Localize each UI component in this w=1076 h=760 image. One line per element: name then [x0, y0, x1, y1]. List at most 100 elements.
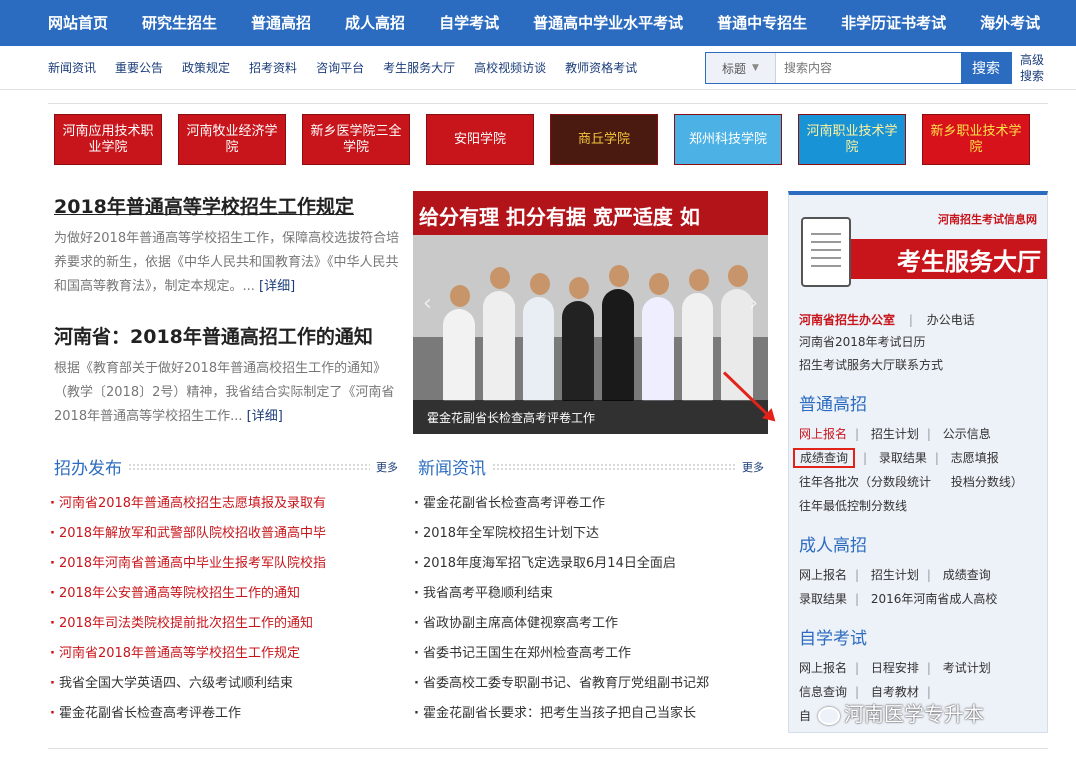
photo-slideshow[interactable]: 给分有理 扣分有据 宽严适度 如 ‹ › 霍金花副省长检查高考评卷工作: [413, 191, 768, 434]
list-item[interactable]: 2018年解放军和武警部队院校招收普通高中毕: [50, 519, 395, 549]
article-more-link[interactable]: [详细]: [259, 279, 295, 294]
chevron-right-icon[interactable]: ›: [749, 291, 758, 316]
article-summary: 为做好2018年普通高等学校招生工作，保障高校选拔符合培养要求的新生，依据《中华…: [54, 231, 400, 294]
notebook-icon: [801, 217, 851, 287]
contact-link[interactable]: 招生考试服务大厅联系方式: [799, 356, 943, 373]
list-item[interactable]: 河南省2018年普通高等学校招生工作规定: [50, 639, 395, 669]
panel-link[interactable]: 成绩查询: [943, 568, 991, 582]
panel-link[interactable]: 志愿填报: [951, 451, 999, 465]
divider: [48, 103, 1048, 104]
list-item[interactable]: 2018年公安普通高等院校招生工作的通知: [50, 579, 395, 609]
school-logo[interactable]: 河南牧业经济学院: [178, 114, 286, 165]
list-item[interactable]: 2018年全军院校招生计划下达: [414, 519, 764, 549]
list-item[interactable]: 省委高校工委专职副书记、省教育厅党组副书记郑: [414, 669, 764, 699]
nav-general-admission[interactable]: 普通高招: [234, 0, 328, 46]
nav-certificate-exam[interactable]: 非学历证书考试: [824, 0, 963, 46]
list-item[interactable]: 2018年度海军招飞定选录取6月14日全面启: [414, 549, 764, 579]
top-nav: 网站首页 研究生招生 普通高招 成人高招 自学考试 普通高中学业水平考试 普通中…: [0, 0, 1076, 46]
office-link[interactable]: 河南省招生办公室: [799, 313, 895, 327]
section-title: 招办发布: [54, 459, 122, 479]
panel-link[interactable]: 往年最低控制分数线: [799, 497, 907, 514]
panel-link[interactable]: 自: [799, 707, 811, 724]
more-link[interactable]: 更多: [376, 459, 398, 475]
school-logo[interactable]: 新乡职业技术学院: [922, 114, 1030, 165]
site-name: 河南招生考试信息网: [938, 213, 1037, 226]
panel-link[interactable]: 公示信息: [943, 427, 991, 441]
panel-link[interactable]: 网上报名: [799, 427, 847, 441]
article-title[interactable]: 河南省：2018年普通高招工作的通知: [54, 322, 404, 349]
list-item[interactable]: 省委书记王国生在郑州检查高考工作: [414, 639, 764, 669]
panel-link[interactable]: 网上报名: [799, 568, 847, 582]
panel-link[interactable]: 录取结果: [799, 592, 847, 606]
subnav-news[interactable]: 新闻资讯: [48, 59, 96, 76]
zhaoban-list: 河南省2018年普通高校招生志愿填报及录取有 2018年解放军和武警部队院校招收…: [50, 489, 395, 729]
advanced-search-link[interactable]: 高级搜索: [1020, 52, 1050, 84]
section-header-news: 新闻资讯 更多: [418, 454, 764, 479]
school-logo[interactable]: 商丘学院: [550, 114, 658, 165]
list-item[interactable]: 我省高考平稳顺利结束: [414, 579, 764, 609]
office-row: 河南省招生办公室 | 办公电话: [799, 313, 975, 327]
nav-self-study[interactable]: 自学考试: [422, 0, 516, 46]
list-item[interactable]: 我省全国大学英语四、六级考试顺利结束: [50, 669, 395, 699]
list-item[interactable]: 省政协副主席高体健视察高考工作: [414, 609, 764, 639]
panel-section-title: 普通高招: [799, 395, 867, 415]
panel-link[interactable]: 录取结果: [879, 451, 927, 465]
featured-article: 河南省：2018年普通高招工作的通知 根据《教育部关于做好2018年普通高校招生…: [54, 322, 404, 429]
nav-vocational[interactable]: 普通中专招生: [700, 0, 824, 46]
panel-link[interactable]: 网上报名: [799, 661, 847, 675]
more-link[interactable]: 更多: [742, 459, 764, 475]
panel-link[interactable]: 招生计划: [871, 568, 919, 582]
list-item[interactable]: 霍金花副省长检查高考评卷工作: [50, 699, 395, 729]
panel-link[interactable]: 2016年河南省成人高校: [871, 592, 998, 606]
nav-high-school-exam[interactable]: 普通高中学业水平考试: [516, 0, 700, 46]
panel-link[interactable]: 投档分数线）: [951, 475, 1023, 489]
divider: [48, 748, 1048, 749]
search-button[interactable]: 搜索: [961, 53, 1011, 83]
panel-row: 网上报名 | 日程安排 | 考试计划: [799, 661, 991, 675]
panel-section-title: 自学考试: [799, 629, 867, 649]
panel-link[interactable]: 日程安排: [871, 661, 919, 675]
panel-link[interactable]: 往年各批次（分数段统计: [799, 475, 931, 489]
list-item[interactable]: 2018年河南省普通高中毕业生报考军队院校指: [50, 549, 395, 579]
article-title[interactable]: 2018年普通高等学校招生工作规定: [54, 192, 404, 219]
search-type-label: 标题: [722, 61, 747, 76]
school-logo[interactable]: 河南应用技术职业学院: [54, 114, 162, 165]
nav-adult-admission[interactable]: 成人高招: [328, 0, 422, 46]
article-summary: 根据《教育部关于做好2018年普通高校招生工作的通知》（教学〔2018〕2号）精…: [54, 361, 395, 424]
chevron-left-icon[interactable]: ‹: [423, 291, 432, 316]
article-more-link[interactable]: [详细]: [247, 409, 283, 424]
subnav-consult[interactable]: 咨询平台: [316, 59, 364, 76]
subnav-announcements[interactable]: 重要公告: [115, 59, 163, 76]
subnav-policies[interactable]: 政策规定: [182, 59, 230, 76]
panel-link[interactable]: 自考教材: [871, 685, 919, 699]
subnav-video-interview[interactable]: 高校视频访谈: [474, 59, 546, 76]
search-box: 标题 ▼ 搜索: [705, 52, 1012, 84]
panel-row: 网上报名 | 招生计划 | 成绩查询: [799, 568, 991, 582]
service-hall-banner[interactable]: 考生服务大厅: [841, 239, 1047, 279]
panel-link[interactable]: 信息查询: [799, 685, 847, 699]
school-logo[interactable]: 郑州科技学院: [674, 114, 782, 165]
panel-link[interactable]: 招生计划: [871, 427, 919, 441]
nav-graduate[interactable]: 研究生招生: [125, 0, 234, 46]
list-item[interactable]: 霍金花副省长检查高考评卷工作: [414, 489, 764, 519]
nav-overseas-exam[interactable]: 海外考试: [963, 0, 1057, 46]
school-logo[interactable]: 安阳学院: [426, 114, 534, 165]
school-logo[interactable]: 新乡医学院三全学院: [302, 114, 410, 165]
school-logo[interactable]: 河南职业技术学院: [798, 114, 906, 165]
subnav-materials[interactable]: 招考资料: [249, 59, 297, 76]
subnav-service-hall[interactable]: 考生服务大厅: [383, 59, 455, 76]
subnav-teacher-exam[interactable]: 教师资格考试: [565, 59, 637, 76]
phone-link[interactable]: 办公电话: [927, 313, 975, 327]
calendar-link[interactable]: 河南省2018年考试日历: [799, 333, 926, 350]
list-item[interactable]: 2018年司法类院校提前批次招生工作的通知: [50, 609, 395, 639]
news-list: 霍金花副省长检查高考评卷工作 2018年全军院校招生计划下达 2018年度海军招…: [414, 489, 764, 729]
panel-link[interactable]: 考试计划: [943, 661, 991, 675]
nav-home[interactable]: 网站首页: [30, 0, 125, 46]
list-item[interactable]: 河南省2018年普通高校招生志愿填报及录取有: [50, 489, 395, 519]
search-input[interactable]: [776, 53, 961, 83]
score-query-link[interactable]: 成绩查询: [793, 448, 856, 468]
list-item[interactable]: 霍金花副省长要求：把考生当孩子把自己当家长: [414, 699, 764, 729]
search-type-select[interactable]: 标题 ▼: [706, 53, 776, 83]
panel-section-title: 成人高招: [799, 536, 867, 556]
photo-caption: 霍金花副省长检查高考评卷工作: [413, 400, 768, 434]
